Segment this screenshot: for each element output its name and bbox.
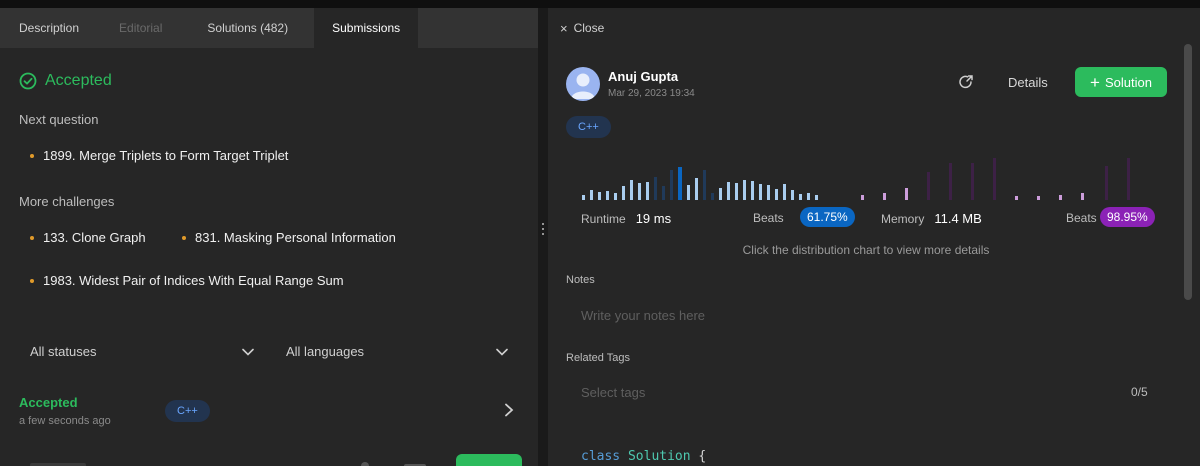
bullet-dot <box>30 235 34 240</box>
close-button[interactable]: × Close <box>548 8 1200 48</box>
run-icon[interactable] <box>404 460 428 466</box>
close-icon: × <box>560 20 568 36</box>
plus-icon: + <box>1090 72 1100 92</box>
notes-input[interactable]: Write your notes here <box>581 308 705 323</box>
solution-label: Solution <box>1104 74 1152 90</box>
bullet-dot <box>30 153 34 158</box>
bug-icon[interactable] <box>358 458 372 466</box>
language-filter-label: All languages <box>286 344 365 359</box>
runtime-label: Runtime <box>581 212 626 226</box>
submission-time: a few seconds ago <box>19 415 111 427</box>
language-badge: C++ <box>165 400 210 422</box>
right-panel: × Close Anuj Gupta Mar 29, 2023 19:34 De… <box>548 8 1200 466</box>
tags-count: 0/5 <box>1131 385 1148 399</box>
solution-button[interactable]: + Solution <box>1075 67 1167 97</box>
runtime-beats-label: Beats <box>753 211 784 225</box>
runtime-distribution[interactable] <box>582 167 818 200</box>
bottom-bar <box>0 454 538 466</box>
next-question-label: 1899. Merge Triplets to Form Target Trip… <box>43 148 289 163</box>
runtime-beats-badge: 61.75% <box>800 207 855 227</box>
memory-value: 11.4 MB <box>934 211 982 226</box>
chevron-down-icon <box>242 348 254 356</box>
scrollbar[interactable] <box>1184 44 1192 300</box>
tab-editorial[interactable]: Editorial <box>98 8 183 48</box>
challenge-link[interactable]: 133. Clone Graph <box>30 230 146 245</box>
memory-stat: Memory 11.4 MB <box>881 211 982 226</box>
resize-handle-icon[interactable] <box>542 222 544 236</box>
code-class-name: Solution <box>627 449 691 464</box>
challenge-link[interactable]: 831. Masking Personal Information <box>182 230 396 245</box>
submission-date: Mar 29, 2023 19:34 <box>608 88 695 99</box>
accepted-status: Accepted <box>45 72 112 89</box>
challenge-label: 133. Clone Graph <box>43 230 146 245</box>
code-keyword: class <box>581 449 621 464</box>
related-tags-label: Related Tags <box>566 352 631 364</box>
code-block: class Solution { <box>581 449 706 464</box>
bullet-dot <box>182 235 186 240</box>
status-filter-dropdown[interactable]: All statuses <box>30 344 254 359</box>
submission-row[interactable]: Accepted a few seconds ago C++ <box>19 395 519 435</box>
chevron-down-icon <box>496 348 508 356</box>
code-brace: { <box>698 449 707 464</box>
memory-distribution[interactable] <box>861 158 1130 200</box>
accepted-header: Accepted <box>19 72 112 90</box>
avatar[interactable] <box>566 67 600 101</box>
user-name[interactable]: Anuj Gupta <box>608 69 678 84</box>
panel-divider[interactable] <box>538 8 548 466</box>
next-question-link[interactable]: 1899. Merge Triplets to Form Target Trip… <box>30 148 288 163</box>
tab-description[interactable]: Description <box>0 8 98 48</box>
left-panel: Description Editorial Solutions (482) Su… <box>0 8 538 466</box>
submission-status: Accepted <box>19 395 78 410</box>
challenge-link[interactable]: 1983. Widest Pair of Indices With Equal … <box>30 273 344 288</box>
language-badge: C++ <box>566 116 611 138</box>
runtime-stat: Runtime 19 ms <box>581 211 671 226</box>
tab-solutions[interactable]: Solutions (482) <box>183 8 314 48</box>
chevron-right-icon <box>505 403 514 417</box>
tab-submissions[interactable]: Submissions <box>314 8 419 48</box>
notes-label: Notes <box>566 274 595 286</box>
share-icon[interactable] <box>958 74 974 90</box>
memory-beats-label: Beats <box>1066 211 1097 225</box>
details-button[interactable]: Details <box>1008 75 1048 90</box>
check-circle-icon <box>19 72 37 90</box>
challenge-label: 831. Masking Personal Information <box>195 230 396 245</box>
runtime-value: 19 ms <box>635 211 672 226</box>
language-filter-dropdown[interactable]: All languages <box>286 344 508 359</box>
challenge-label: 1983. Widest Pair of Indices With Equal … <box>43 273 344 288</box>
distribution-chart[interactable] <box>578 158 1158 203</box>
user-icon <box>571 73 595 99</box>
chart-hint: Click the distribution chart to view mor… <box>742 243 990 257</box>
tags-input[interactable]: Select tags <box>581 385 645 400</box>
submit-button[interactable] <box>456 454 522 466</box>
close-label: Close <box>573 21 605 35</box>
top-strip <box>0 0 1200 8</box>
bullet-dot <box>30 278 34 283</box>
memory-beats-badge: 98.95% <box>1100 207 1155 227</box>
memory-label: Memory <box>881 212 925 226</box>
console-icon <box>30 463 86 466</box>
next-question-title: Next question <box>19 112 99 127</box>
status-filter-label: All statuses <box>30 344 97 359</box>
more-challenges-title: More challenges <box>19 194 115 209</box>
tab-bar: Description Editorial Solutions (482) Su… <box>0 8 538 48</box>
